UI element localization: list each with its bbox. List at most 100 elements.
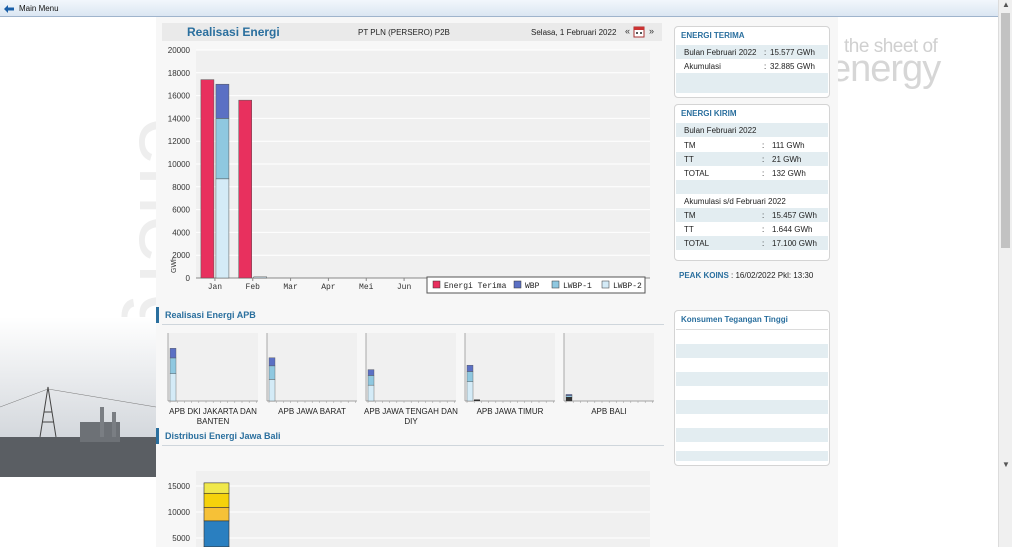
row-key: TOTAL [684, 168, 710, 178]
apb-bar-segment [169, 348, 177, 359]
scroll-down-icon[interactable]: ▼ [999, 460, 1012, 469]
bar-lwbp-2 [215, 178, 230, 279]
apb-charts: APB DKI JAKARTA DANBANTEN APB JAWA BARAT A… [167, 333, 654, 426]
y-tick-label: 0 [186, 274, 191, 283]
distribusi-divider [162, 445, 664, 446]
row-value: 132 GWh [772, 168, 806, 178]
apb-chart-panel: APB JAWA TIMUR [464, 333, 555, 416]
konsumen-row [676, 400, 828, 414]
bar-wbp [215, 83, 230, 119]
apb-bar-dark [566, 397, 572, 401]
chart-header: Realisasi Energi PT PLN (PERSERO) P2B Se… [162, 23, 662, 41]
x-tick-label: Mei [359, 283, 374, 292]
y-axis-label: GWh [171, 257, 178, 273]
apb-bar-segment [169, 373, 177, 402]
row-sep: : [762, 168, 765, 178]
row-key: TT [684, 224, 694, 234]
y-tick-label: 20000 [168, 46, 191, 55]
apb-chart-panel: APB JAWA TENGAH DANDIY [364, 333, 458, 426]
row-sep: : [762, 224, 765, 234]
apb-bar-segment [169, 357, 177, 374]
apb-category-label: APB JAWA BARAT [278, 407, 346, 416]
dist-bar-segment [203, 507, 230, 522]
row-key: Bulan Februari 2022 [684, 47, 757, 57]
energi-kirim-spacer [676, 180, 828, 194]
x-tick-label: Mar [283, 283, 298, 292]
energi-kirim-heading: Bulan Februari 2022 [676, 123, 828, 137]
legend-label-energi-terima: Energi Terima [444, 282, 507, 291]
apb-chart-panel: APB DKI JAKARTA DANBANTEN [167, 333, 258, 426]
dist-plot-area [196, 471, 650, 547]
apb-category-label: APB JAWA TENGAH DAN [364, 407, 458, 416]
bar-lwbp-2 [253, 276, 267, 279]
energi-kirim-heading: Akumulasi s/d Februari 2022 [684, 196, 786, 206]
row-key: Akumulasi [684, 61, 721, 71]
bar-energi-terima [200, 79, 215, 279]
apb-bar-segment [268, 357, 276, 367]
apb-category-label: APB DKI JAKARTA DAN [169, 407, 257, 416]
date-label: Selasa, 1 Februari 2022 [531, 28, 617, 37]
konsumen-box: Konsumen Tegangan Tinggi [674, 310, 830, 466]
row-value: 32.885 GWh [770, 61, 815, 71]
energi-kirim-box: ENERGI KIRIM Bulan Februari 2022 TM : 11… [674, 104, 830, 261]
row-value: 1.644 GWh [772, 224, 813, 234]
scroll-up-icon[interactable]: ▲ [999, 0, 1012, 9]
prev-date-button[interactable]: « [625, 26, 630, 36]
scroll-thumb[interactable] [1001, 13, 1010, 248]
row-sep: : [762, 210, 765, 220]
apb-plot-area [564, 333, 654, 401]
apb-bar-feb [474, 399, 480, 401]
vertical-scrollbar[interactable]: ▲ ▼ [998, 0, 1012, 547]
distribusi-section-title: Distribusi Energi Jawa Bali [156, 428, 281, 444]
apb-category-label: APB BALI [591, 407, 627, 416]
row-key: TT [684, 154, 694, 164]
row-sep: : [762, 238, 765, 248]
legend-swatch-energi-terima [432, 280, 441, 289]
konsumen-row [676, 428, 828, 442]
distribusi-chart: 5000 10000 15000 [168, 471, 650, 547]
energi-terima-spacer [676, 73, 828, 93]
apb-bar-segment [268, 379, 276, 402]
brand-logo: the sheet of energy [830, 36, 990, 90]
legend-label-lwbp-2: LWBP-2 [613, 282, 642, 291]
dist-bar-segment [203, 520, 230, 547]
page-title: Realisasi Energi [187, 25, 280, 39]
apb-bar-segment [367, 384, 375, 402]
chart-legend: Energi Terima WBP LWBP-1 LWBP-2 [426, 276, 646, 294]
apb-bar-segment [367, 375, 375, 386]
row-key: TM [684, 210, 696, 220]
peak-koins: PEAK KOINS : 16/02/2022 Pkl: 13:30 [679, 271, 813, 280]
apb-bar-segment [466, 364, 474, 372]
legend-swatch-lwbp-2 [601, 280, 610, 289]
apb-plot-area [168, 333, 258, 401]
y-tick-label: 16000 [168, 92, 191, 101]
row-sep: : [762, 140, 765, 150]
dist-bar-segment [203, 482, 230, 494]
dist-y-tick-label: 5000 [172, 534, 190, 543]
calendar-icon[interactable] [633, 25, 645, 38]
apb-category-label: APB JAWA TIMUR [477, 407, 544, 416]
apb-section-title: Realisasi Energi APB [156, 307, 256, 323]
peak-koins-value: : 16/02/2022 Pkl: 13:30 [731, 271, 814, 280]
apb-chart-panel: APB BALI [563, 333, 654, 416]
row-key: TOTAL [684, 238, 710, 248]
row-value: 15.457 GWh [772, 210, 817, 220]
x-tick-label: Jan [208, 283, 223, 292]
x-tick-label: Feb [246, 283, 261, 292]
row-value: 111 GWh [772, 140, 805, 150]
left-background-image: energy [0, 17, 156, 547]
dist-bar-segment [203, 492, 230, 508]
brand-word: energy [830, 48, 941, 90]
x-tick-label: Apr [321, 283, 336, 292]
main-menu-label: Main Menu [19, 4, 59, 13]
center-panel: Realisasi Energi PT PLN (PERSERO) P2B Se… [156, 17, 668, 547]
konsumen-row [676, 372, 828, 386]
energi-kirim-row: TOTAL : 132 GWh [676, 166, 828, 180]
legend-swatch-wbp [513, 280, 522, 289]
row-value: 21 GWh [772, 154, 802, 164]
next-date-button[interactable]: » [649, 26, 654, 36]
main-menu-button[interactable]: Main Menu [3, 2, 59, 15]
x-tick-label: Jun [397, 283, 412, 292]
y-tick-label: 12000 [168, 137, 191, 146]
row-sep: : [762, 154, 765, 164]
